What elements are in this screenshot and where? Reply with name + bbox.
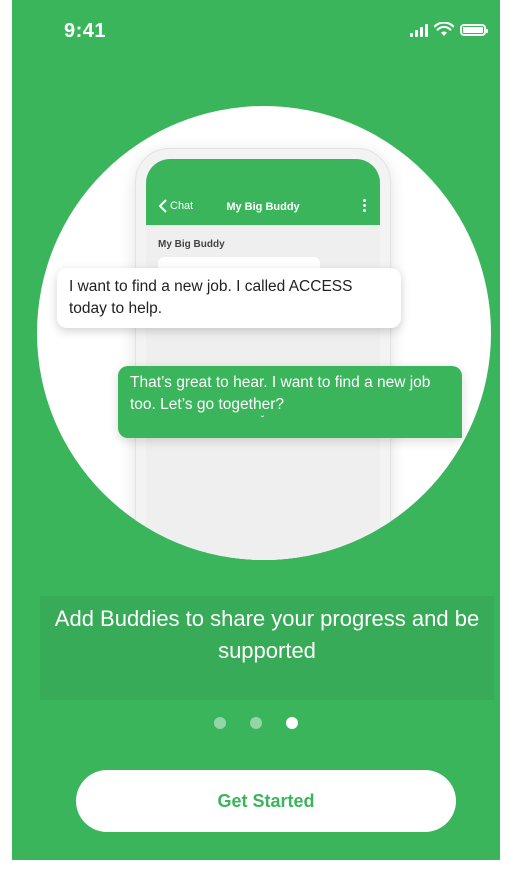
status-icons [410, 22, 488, 37]
phone-section-label: My Big Buddy [158, 239, 225, 250]
phone-mockup: Chat My Big Buddy My Big Buddy [135, 148, 391, 560]
more-vertical-icon [363, 199, 366, 212]
illustration-circle: Chat My Big Buddy My Big Buddy [37, 106, 491, 560]
incoming-message-bubble: I want to find a new job. I called ACCES… [57, 268, 401, 328]
phone-header: Chat My Big Buddy [146, 159, 380, 225]
pager-dot-1[interactable] [214, 717, 226, 729]
wifi-icon [434, 22, 454, 36]
signal-icon [410, 23, 428, 37]
pager-dot-2[interactable] [250, 717, 262, 729]
status-time: 9:41 [64, 20, 107, 42]
phone-screen: Chat My Big Buddy My Big Buddy [146, 159, 380, 560]
pager-dot-3[interactable] [286, 717, 298, 729]
get-started-button[interactable]: Get Started [76, 770, 456, 832]
outgoing-message-text: That’s great to hear. I want to find a n… [130, 374, 431, 413]
battery-icon [460, 23, 488, 36]
pager-dots [12, 717, 500, 729]
typing-indicator-icon: ˘ [261, 415, 265, 426]
outgoing-message-bubble: That’s great to hear. I want to find a n… [118, 366, 462, 438]
onboarding-screen: 9:41 Chat My Big Buddy My Big Buddy I wa… [12, 0, 500, 860]
onboarding-caption: Add Buddies to share your progress and b… [54, 606, 480, 663]
phone-title: My Big Buddy [226, 201, 300, 213]
